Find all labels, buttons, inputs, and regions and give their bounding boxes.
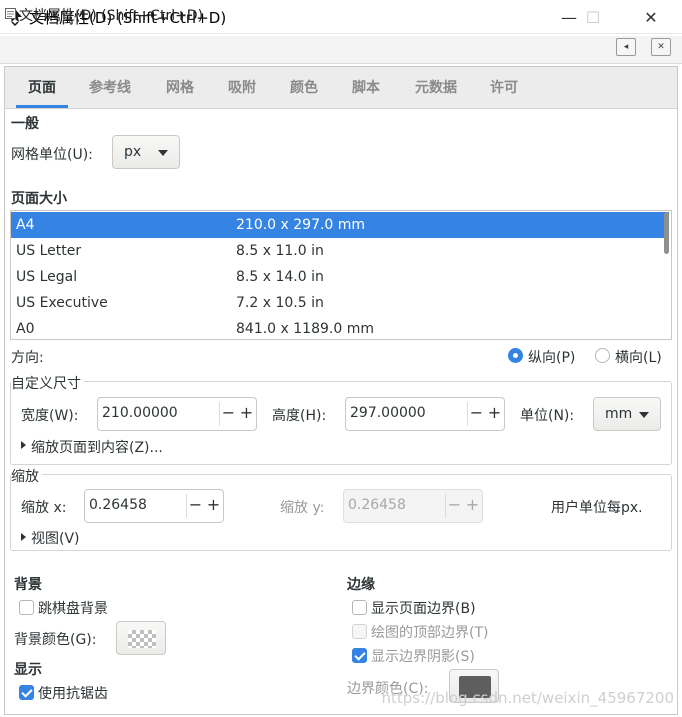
portrait-radio[interactable] (508, 348, 523, 363)
width-spinbox[interactable]: 210.00000 − + (97, 397, 257, 431)
chevron-down-icon (158, 150, 168, 156)
scale-y-label: 缩放 y: (280, 500, 325, 516)
tab-color[interactable]: 颜色 (280, 67, 328, 108)
scale-x-label: 缩放 x: (21, 500, 67, 516)
height-value: 297.00000 (350, 405, 426, 421)
page-size-dimensions: 841.0 x 1189.0 mm (236, 321, 374, 337)
portrait-label[interactable]: 纵向(P) (528, 347, 575, 367)
page-size-name: US Legal (16, 269, 78, 285)
width-value: 210.00000 (102, 405, 178, 421)
decrement-button: − (447, 495, 462, 514)
page-size-scrollbar[interactable] (664, 212, 669, 254)
page-size-dimensions: 7.2 x 10.5 in (236, 295, 324, 311)
tab-scripts[interactable]: 脚本 (342, 67, 390, 108)
custom-size-section-title: 自定义尺寸 (11, 373, 84, 393)
antialias-checkbox[interactable] (19, 685, 34, 700)
tab-snap[interactable]: 吸附 (218, 67, 266, 108)
page-size-list[interactable]: A4 210.0 x 297.0 mm US Letter 8.5 x 11.0… (10, 210, 672, 340)
scale-y-spinbox: 0.26458 − + (343, 489, 483, 523)
increment-button[interactable]: + (485, 398, 504, 430)
page-size-name: US Letter (16, 243, 82, 259)
landscape-radio[interactable] (595, 348, 610, 363)
size-unit-dropdown[interactable]: mm (593, 397, 661, 431)
decrement-button[interactable]: − (186, 490, 205, 522)
height-spinbox[interactable]: 297.00000 − + (345, 397, 505, 431)
border-shadow-label[interactable]: 显示边界阴影(S) (371, 646, 475, 666)
size-unit-value: mm (605, 406, 633, 422)
page-size-row[interactable]: US Legal 8.5 x 14.0 in (11, 264, 669, 290)
page-size-row[interactable]: US Executive 7.2 x 10.5 in (11, 290, 669, 316)
antialias-label[interactable]: 使用抗锯齿 (38, 683, 108, 703)
checkerboard-checkbox[interactable] (19, 600, 34, 615)
border-on-top-checkbox (352, 624, 367, 639)
page-size-name: A4 (16, 217, 35, 233)
height-label: 高度(H): (272, 408, 327, 424)
dock-header (0, 36, 682, 64)
decrement-button[interactable]: − (467, 398, 486, 430)
border-section-title: 边缘 (347, 577, 375, 593)
background-color-button[interactable] (116, 621, 166, 655)
scale-section-title: 缩放 (11, 466, 42, 486)
checkerboard-label[interactable]: 跳棋盘背景 (38, 598, 108, 618)
tab-page[interactable]: 页面 (16, 67, 68, 108)
increment-button[interactable]: + (204, 490, 223, 522)
user-units-note: 用户单位每px. (551, 500, 643, 516)
scale-y-value: 0.26458 (348, 497, 406, 513)
page-size-row[interactable]: US Letter 8.5 x 11.0 in (11, 238, 669, 264)
orientation-label: 方向: (11, 350, 44, 366)
document-properties-icon (5, 8, 16, 19)
increment-button: + (465, 495, 480, 514)
dock-close-button[interactable]: ✕ (651, 38, 671, 56)
resize-to-content-expander[interactable]: 缩放页面到内容(Z)... (31, 437, 163, 457)
dock-title: 文档属性(D) (Shift+Ctrl+D) (19, 8, 204, 24)
close-button[interactable]: ✕ (628, 0, 674, 34)
tab-grids[interactable]: 网格 (156, 67, 204, 108)
page-size-name: A0 (16, 321, 35, 337)
display-section-title: 显示 (14, 662, 42, 678)
view-expander[interactable]: 视图(V) (31, 528, 80, 548)
dock-float-button[interactable]: ◂ (616, 38, 636, 56)
display-units-label: 网格单位(U): (11, 147, 93, 163)
scale-x-spinbox[interactable]: 0.26458 − + (84, 489, 224, 523)
page-size-row[interactable]: A0 841.0 x 1189.0 mm (11, 316, 669, 339)
expander-arrow-icon[interactable] (21, 533, 26, 541)
general-section-title: 一般 (11, 116, 39, 132)
increment-button[interactable]: + (237, 398, 256, 430)
border-on-top-label: 绘图的顶部边界(T) (371, 625, 489, 641)
show-border-label[interactable]: 显示页面边界(B) (371, 598, 476, 618)
size-unit-label: 单位(N): (520, 408, 575, 424)
page-size-dimensions: 210.0 x 297.0 mm (236, 217, 366, 233)
watermark-text: https://blog.csdn.net/weixin_45967200 (381, 689, 674, 707)
expander-arrow-icon[interactable] (21, 441, 26, 449)
page-size-row[interactable]: A4 210.0 x 297.0 mm (11, 212, 669, 238)
background-section-title: 背景 (14, 577, 42, 593)
maximize-button[interactable]: ☐ (570, 0, 616, 34)
page-size-section-title: 页面大小 (11, 191, 67, 207)
page-size-dimensions: 8.5 x 11.0 in (236, 243, 324, 259)
border-shadow-checkbox[interactable] (352, 648, 367, 663)
display-units-dropdown[interactable]: px (112, 135, 180, 169)
color-swatch (128, 630, 156, 648)
landscape-label[interactable]: 横向(L) (615, 347, 662, 367)
page-size-dimensions: 8.5 x 14.0 in (236, 269, 324, 285)
scale-x-value: 0.26458 (89, 497, 147, 513)
width-label: 宽度(W): (21, 408, 79, 424)
show-border-checkbox[interactable] (352, 600, 367, 615)
tab-license[interactable]: 许可 (480, 67, 528, 108)
display-units-value: px (124, 144, 142, 160)
tab-guides[interactable]: 参考线 (80, 67, 140, 108)
chevron-down-icon (639, 412, 649, 418)
tab-metadata[interactable]: 元数据 (404, 67, 468, 108)
background-color-label: 背景颜色(G): (14, 632, 97, 648)
page-size-name: US Executive (16, 295, 108, 311)
decrement-button[interactable]: − (219, 398, 238, 430)
active-tab-indicator (16, 105, 68, 108)
